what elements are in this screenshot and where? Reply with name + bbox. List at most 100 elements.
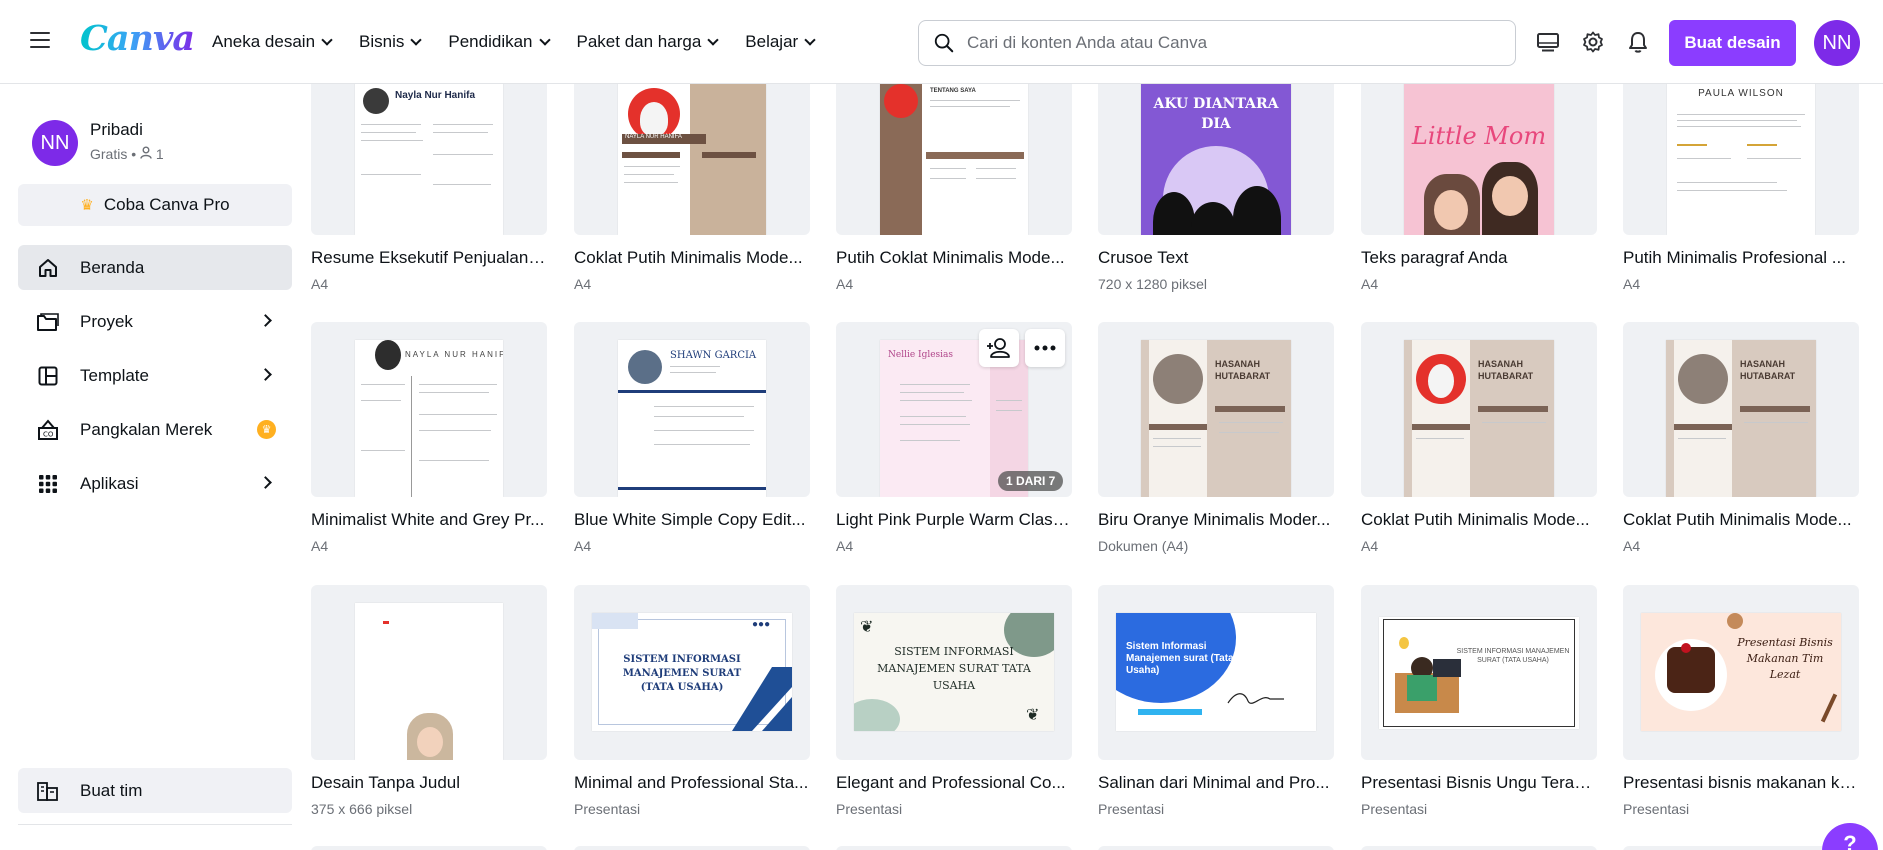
design-thumbnail[interactable]: HASANAH HUTABARAT	[1361, 322, 1597, 497]
design-size: Presentasi	[1361, 801, 1428, 817]
team-button-label: Buat tim	[80, 780, 143, 800]
design-thumbnail[interactable]: SISTEM INFORMASI MANAJEMEN SURAT (TATA U…	[1361, 585, 1597, 760]
thumb-text: AKU DIANTARA DIA	[1153, 96, 1279, 132]
nav-bisnis[interactable]: Bisnis	[359, 32, 423, 52]
design-title[interactable]: Putih Coklat Minimalis Mode...	[836, 248, 1072, 268]
text-line	[1677, 182, 1777, 183]
design-thumbnail[interactable]: Nellie Iglesias 1 DARI 7	[836, 322, 1072, 497]
template-icon	[36, 364, 60, 388]
sidebar-item-beranda[interactable]: Beranda	[18, 245, 292, 290]
sidebar: NN Pribadi Gratis • 1 ♛ Coba Canva Pro B…	[0, 84, 300, 850]
design-thumbnail[interactable]: SHAWN GARCIA	[574, 322, 810, 497]
desktop-app-icon[interactable]	[1534, 28, 1562, 56]
design-title[interactable]: Coklat Putih Minimalis Mode...	[574, 248, 810, 268]
search-bar[interactable]	[918, 20, 1516, 66]
bell-icon[interactable]	[1624, 28, 1652, 56]
main-nav: Aneka desain Bisnis Pendidikan Paket dan…	[212, 0, 842, 84]
menu-icon[interactable]	[30, 32, 50, 50]
more-options-button[interactable]	[1025, 329, 1065, 367]
design-title[interactable]: Elegant and Professional Co...	[836, 773, 1072, 793]
resume-page: SHAWN GARCIA	[618, 340, 766, 497]
create-design-button[interactable]: Buat desain	[1669, 20, 1796, 66]
separator-dot: •	[131, 146, 141, 162]
design-size: A4	[1361, 538, 1379, 554]
design-title[interactable]: Blue White Simple Copy Edit...	[574, 510, 810, 530]
design-thumbnail[interactable]: ❦ ❦ SISTEM INFORMASI MANAJEMEN SURAT TAT…	[836, 585, 1072, 760]
gear-icon[interactable]	[1579, 28, 1607, 56]
design-title[interactable]: Desain Tanpa Judul	[311, 773, 547, 793]
thumb-text: Nayla Nur Hanifa	[395, 90, 476, 101]
avatar[interactable]: NN	[1814, 20, 1860, 66]
design-thumbnail-partial[interactable]	[1098, 846, 1334, 850]
folder-icon	[36, 310, 60, 334]
design-thumbnail[interactable]: NAYLA NUR HANIFA	[311, 322, 547, 497]
nav-pendidikan[interactable]: Pendidikan	[448, 32, 551, 52]
text-line	[654, 416, 744, 417]
sidebar-divider	[18, 824, 292, 825]
design-title[interactable]: Salinan dari Minimal and Pro...	[1098, 773, 1334, 793]
design-thumbnail[interactable]: ●●● SISTEM INFORMASI MANAJEMEN SURAT (TA…	[574, 585, 810, 760]
share-person-button[interactable]	[979, 329, 1019, 367]
nav-belajar[interactable]: Belajar	[745, 32, 816, 52]
design-title[interactable]: Light Pink Purple Warm Class...	[836, 510, 1072, 530]
chevron-right-icon	[259, 368, 272, 381]
design-thumbnail[interactable]: HASANAH HUTABARAT	[1098, 322, 1334, 497]
text-line	[654, 444, 750, 445]
design-title[interactable]: Coklat Putih Minimalis Mode...	[1361, 510, 1597, 530]
design-thumbnail[interactable]: NAYLA NUR HANIFA	[574, 84, 810, 235]
chevron-right-icon	[259, 476, 272, 489]
sidebar-item-label: Aplikasi	[80, 473, 139, 493]
text-line	[1678, 438, 1726, 439]
search-input[interactable]	[967, 33, 1487, 53]
slide-page: Sistem Informasi Manajemen surat (Tata U…	[1116, 613, 1316, 731]
text-line	[900, 440, 960, 441]
blank-page	[355, 603, 503, 760]
add-person-icon	[987, 338, 1010, 358]
design-thumbnail-partial[interactable]	[1361, 846, 1597, 850]
section-bar	[622, 152, 680, 158]
text-line	[900, 384, 970, 385]
design-title[interactable]: Presentasi Bisnis Ungu Teran...	[1361, 773, 1597, 793]
text-line	[361, 174, 421, 175]
design-thumbnail-partial[interactable]	[574, 846, 810, 850]
design-thumbnail-partial[interactable]	[836, 846, 1072, 850]
text-line	[419, 384, 497, 385]
design-thumbnail[interactable]	[311, 585, 547, 760]
design-thumbnail[interactable]: PAULA WILSON	[1623, 84, 1859, 235]
nav-paket-harga[interactable]: Paket dan harga	[577, 32, 719, 52]
crown-icon: ♛	[80, 197, 94, 214]
design-title[interactable]: Resume Eksekutif Penjualan ...	[311, 248, 547, 268]
design-title[interactable]: Minimalist White and Grey Pr...	[311, 510, 547, 530]
create-team-button[interactable]: Buat tim	[18, 768, 292, 813]
design-thumbnail[interactable]: HASANAH HUTABARAT	[1623, 322, 1859, 497]
design-title[interactable]: Minimal and Professional Sta...	[574, 773, 810, 793]
canva-logo[interactable]: Canva	[80, 18, 195, 59]
try-pro-button[interactable]: ♛ Coba Canva Pro	[18, 184, 292, 226]
sidebar-item-template[interactable]: Template	[18, 353, 292, 398]
design-thumbnail[interactable]: Sistem Informasi Manajemen surat (Tata U…	[1098, 585, 1334, 760]
design-size: A4	[836, 538, 854, 554]
text-line	[361, 400, 401, 401]
nav-aneka-desain[interactable]: Aneka desain	[212, 32, 333, 52]
apps-icon	[36, 472, 60, 496]
account-switcher[interactable]: NN Pribadi Gratis • 1	[32, 120, 164, 166]
design-title[interactable]: Biru Oranye Minimalis Moder...	[1098, 510, 1334, 530]
design-thumbnail[interactable]: TENTANG SAYA	[836, 84, 1072, 235]
design-thumbnail-partial[interactable]	[311, 846, 547, 850]
design-title[interactable]: Crusoe Text	[1098, 248, 1334, 268]
design-title[interactable]: Presentasi bisnis makanan ku...	[1623, 773, 1859, 793]
design-thumbnail[interactable]: Little Mom	[1361, 84, 1597, 235]
resume-page: HASANAH HUTABARAT	[1141, 340, 1291, 497]
design-title[interactable]: Coklat Putih Minimalis Mode...	[1623, 510, 1859, 530]
design-thumbnail[interactable]: AKU DIANTARA DIA	[1098, 84, 1334, 235]
text-line	[419, 430, 491, 431]
sidebar-item-pangkalan-merek[interactable]: CO Pangkalan Merek ♛	[18, 407, 292, 452]
sidebar-item-aplikasi[interactable]: Aplikasi	[18, 461, 292, 506]
slide-page: Presentasi Bisnis Makanan Tim Lezat	[1641, 613, 1841, 731]
text-line	[433, 184, 491, 185]
design-title[interactable]: Teks paragraf Anda	[1361, 248, 1597, 268]
sidebar-item-proyek[interactable]: Proyek	[18, 299, 292, 344]
design-thumbnail[interactable]: Nayla Nur Hanifa	[311, 84, 547, 235]
design-thumbnail[interactable]: Presentasi Bisnis Makanan Tim Lezat	[1623, 585, 1859, 760]
design-title[interactable]: Putih Minimalis Profesional ...	[1623, 248, 1859, 268]
